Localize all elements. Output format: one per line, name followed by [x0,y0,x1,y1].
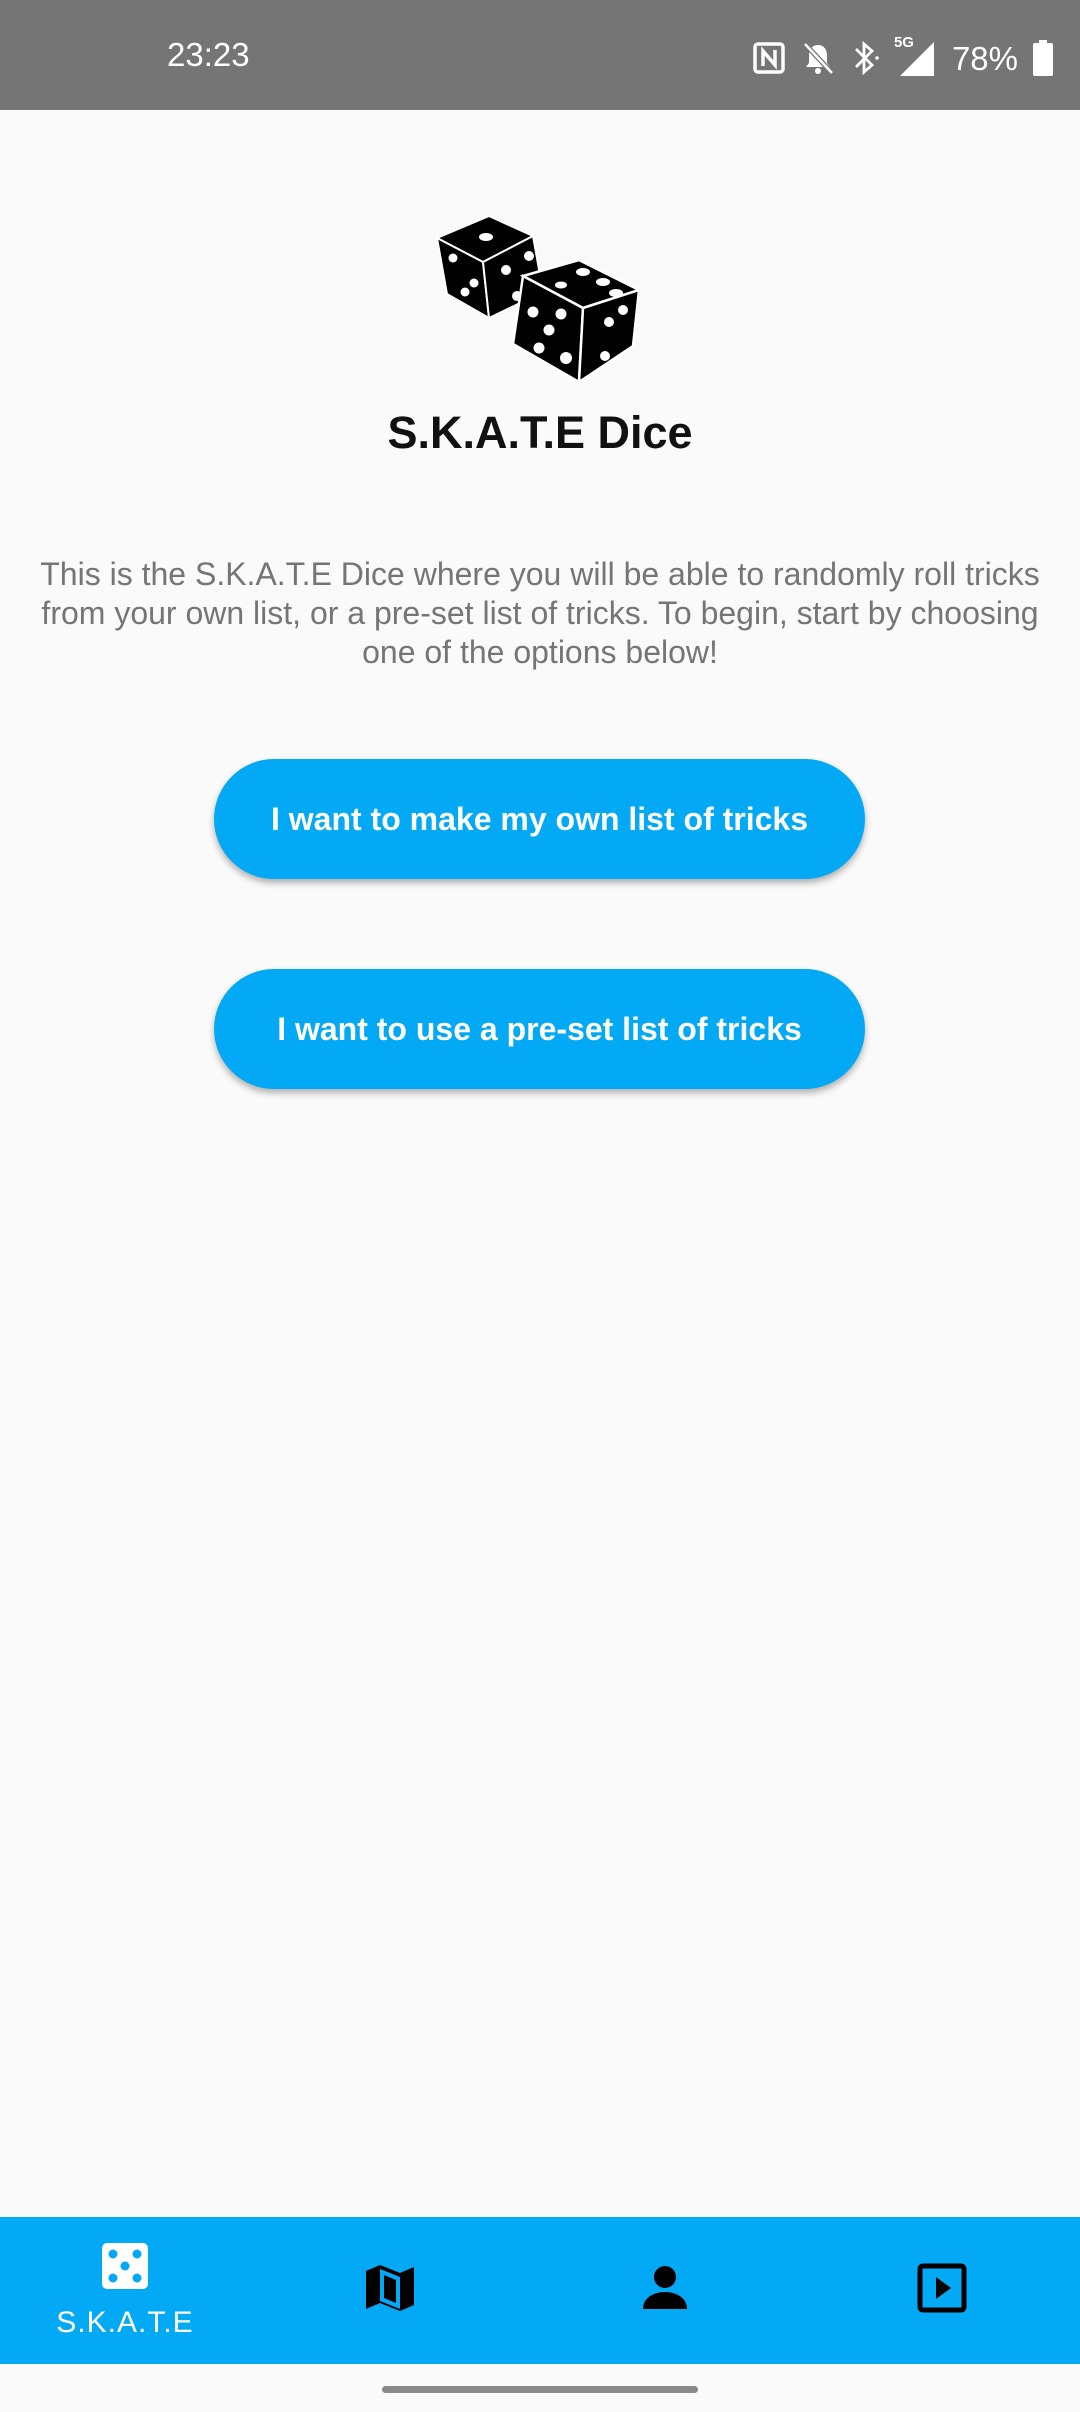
status-icons: 5G 78% [752,34,1054,78]
nav-item-profile[interactable] [565,2217,765,2364]
nav-label-skate: S.K.A.T.E [56,2306,194,2339]
use-preset-list-button[interactable]: I want to use a pre-set list of tricks [214,969,865,1089]
battery-percentage: 78% [951,39,1018,77]
bluetooth-icon [850,39,880,77]
nfc-icon [752,41,786,75]
dice-icon [433,210,647,385]
nav-item-map[interactable] [290,2217,490,2364]
network-type: 5G [893,34,914,51]
page-title: S.K.A.T.E Dice [387,407,693,458]
bell-off-icon [800,40,836,76]
nav-item-skate[interactable]: S.K.A.T.E [25,2217,225,2364]
battery-icon [1032,40,1054,76]
status-time: 23:23 [167,36,250,73]
play-box-icon [917,2263,967,2318]
signal-icon: 5G [894,34,938,78]
bottom-navigation: S.K.A.T.E [0,2217,1080,2364]
home-indicator[interactable] [382,2386,698,2393]
person-icon [641,2265,689,2316]
make-own-list-button[interactable]: I want to make my own list of tricks [214,759,865,879]
dice-five-icon [100,2241,150,2296]
status-bar: 23:23 5G 78% [0,0,1080,110]
intro-description: This is the S.K.A.T.E Dice where you wil… [40,556,1040,670]
map-icon [364,2263,416,2318]
nav-item-video[interactable] [842,2217,1042,2364]
